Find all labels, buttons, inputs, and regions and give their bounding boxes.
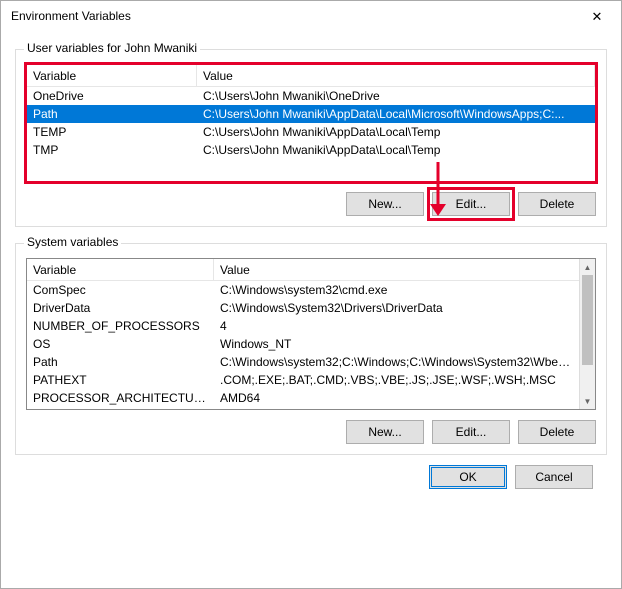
dialog-content: User variables for John Mwaniki Variable…	[1, 31, 621, 588]
col-variable[interactable]: Variable	[27, 259, 214, 280]
list-header: Variable Value	[27, 259, 595, 281]
scroll-thumb[interactable]	[582, 275, 593, 365]
cell-value: C:\Users\John Mwaniki\AppData\Local\Temp	[197, 142, 595, 158]
env-vars-dialog: Environment Variables ✕ User variables f…	[0, 0, 622, 589]
table-row[interactable]: PROCESSOR_ARCHITECTUREAMD64	[27, 389, 579, 407]
cell-variable: NUMBER_OF_PROCESSORS	[27, 318, 214, 334]
cell-variable: Path	[27, 106, 197, 122]
cancel-button[interactable]: Cancel	[515, 465, 593, 489]
cell-value: C:\Users\John Mwaniki\AppData\Local\Micr…	[197, 106, 595, 122]
new-button[interactable]: New...	[346, 420, 424, 444]
cell-value: C:\Users\John Mwaniki\AppData\Local\Temp	[197, 124, 595, 140]
table-row[interactable]: PathC:\Windows\system32;C:\Windows;C:\Wi…	[27, 353, 579, 371]
cell-variable: Path	[27, 354, 214, 370]
user-variables-list[interactable]: Variable Value OneDriveC:\Users\John Mwa…	[26, 64, 596, 182]
cell-value: C:\Users\John Mwaniki\OneDrive	[197, 88, 595, 104]
table-row[interactable]: DriverDataC:\Windows\System32\Drivers\Dr…	[27, 299, 579, 317]
edit-button[interactable]: Edit...	[432, 192, 510, 216]
cell-variable: PATHEXT	[27, 372, 214, 388]
cell-variable: DriverData	[27, 300, 214, 316]
table-row[interactable]: OneDriveC:\Users\John Mwaniki\OneDrive	[27, 87, 595, 105]
cell-variable: TMP	[27, 142, 197, 158]
edit-button[interactable]: Edit...	[432, 420, 510, 444]
cell-value: 4	[214, 318, 579, 334]
cell-value: AMD64	[214, 390, 579, 406]
table-row[interactable]: TEMPC:\Users\John Mwaniki\AppData\Local\…	[27, 123, 595, 141]
delete-button[interactable]: Delete	[518, 192, 596, 216]
system-list-body: ComSpecC:\Windows\system32\cmd.exeDriver…	[27, 281, 595, 409]
cell-value: C:\Windows\system32;C:\Windows;C:\Window…	[214, 354, 579, 370]
table-row[interactable]: TMPC:\Users\John Mwaniki\AppData\Local\T…	[27, 141, 595, 159]
new-button[interactable]: New...	[346, 192, 424, 216]
user-button-row: New... Edit... Delete	[26, 192, 596, 216]
table-row[interactable]: NUMBER_OF_PROCESSORS4	[27, 317, 579, 335]
user-group-label: User variables for John Mwaniki	[24, 41, 200, 55]
cell-value: .COM;.EXE;.BAT;.CMD;.VBS;.VBE;.JS;.JSE;.…	[214, 372, 579, 388]
user-variables-group: User variables for John Mwaniki Variable…	[15, 49, 607, 227]
cell-value: Windows_NT	[214, 336, 579, 352]
cell-variable: TEMP	[27, 124, 197, 140]
delete-button[interactable]: Delete	[518, 420, 596, 444]
system-button-row: New... Edit... Delete	[26, 420, 596, 444]
scroll-up-icon[interactable]: ▲	[580, 259, 595, 275]
system-variables-group: System variables Variable Value ComSpecC…	[15, 243, 607, 455]
table-row[interactable]: PathC:\Users\John Mwaniki\AppData\Local\…	[27, 105, 595, 123]
cell-variable: ComSpec	[27, 282, 214, 298]
col-value[interactable]: Value	[214, 259, 595, 280]
ok-button[interactable]: OK	[429, 465, 507, 489]
col-value[interactable]: Value	[197, 65, 595, 86]
table-row[interactable]: ComSpecC:\Windows\system32\cmd.exe	[27, 281, 579, 299]
window-title: Environment Variables	[11, 9, 575, 23]
dialog-button-row: OK Cancel	[15, 455, 607, 489]
list-header: Variable Value	[27, 65, 595, 87]
user-list-body: OneDriveC:\Users\John Mwaniki\OneDrivePa…	[27, 87, 595, 181]
system-group-label: System variables	[24, 235, 121, 249]
cell-value: C:\Windows\System32\Drivers\DriverData	[214, 300, 579, 316]
titlebar: Environment Variables ✕	[1, 1, 621, 31]
cell-value: C:\Windows\system32\cmd.exe	[214, 282, 579, 298]
scroll-down-icon[interactable]: ▼	[580, 393, 595, 409]
cell-variable: OneDrive	[27, 88, 197, 104]
system-variables-list[interactable]: Variable Value ComSpecC:\Windows\system3…	[26, 258, 596, 410]
scrollbar[interactable]: ▲ ▼	[579, 259, 595, 409]
table-row[interactable]: PATHEXT.COM;.EXE;.BAT;.CMD;.VBS;.VBE;.JS…	[27, 371, 579, 389]
table-row[interactable]: OSWindows_NT	[27, 335, 579, 353]
close-icon[interactable]: ✕	[575, 2, 619, 30]
cell-variable: PROCESSOR_ARCHITECTURE	[27, 390, 214, 406]
cell-variable: OS	[27, 336, 214, 352]
col-variable[interactable]: Variable	[27, 65, 197, 86]
